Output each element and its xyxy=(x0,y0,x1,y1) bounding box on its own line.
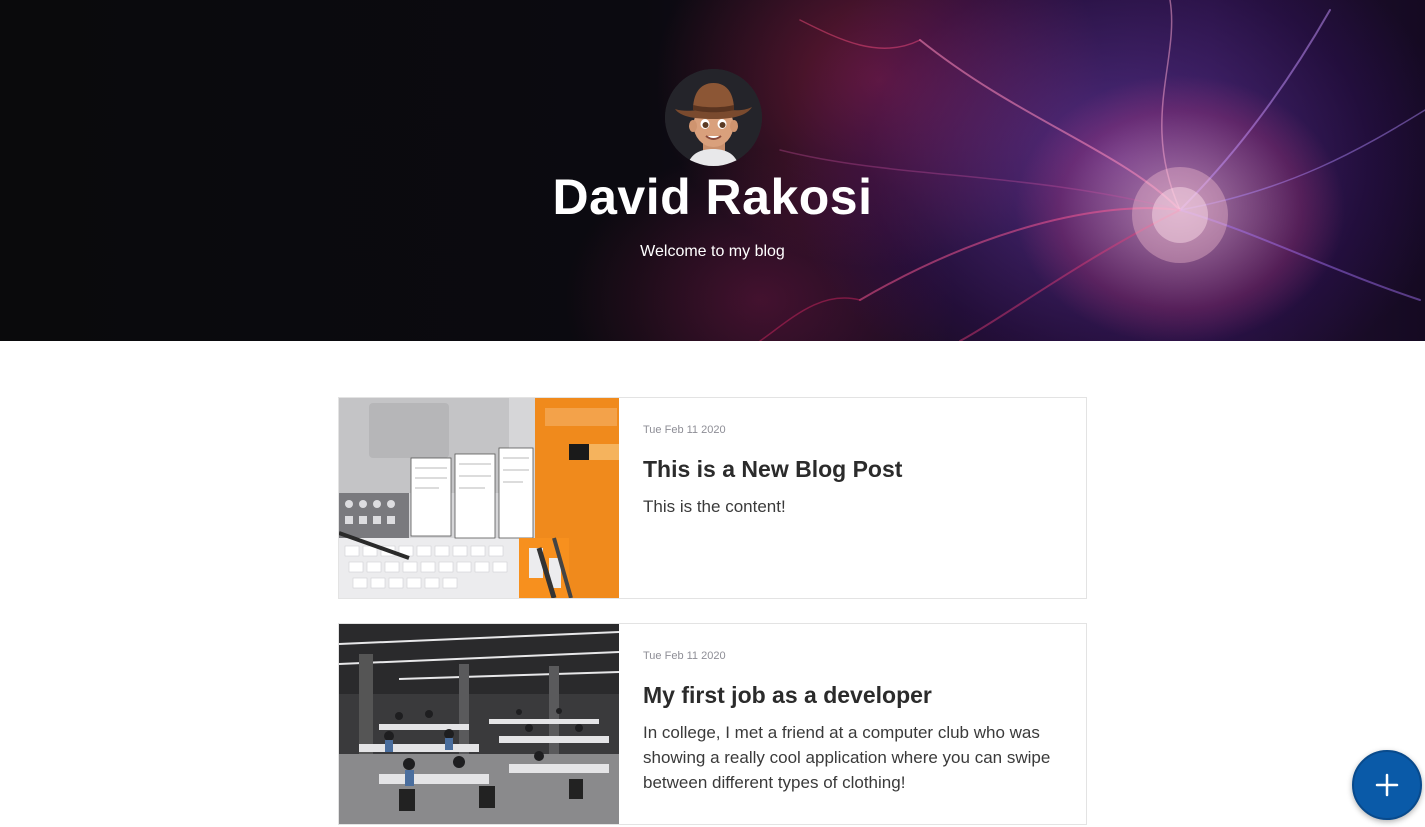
page-subtitle: Welcome to my blog xyxy=(640,243,785,260)
post-card[interactable]: Tue Feb 11 2020 This is a New Blog Post … xyxy=(338,397,1087,599)
post-title[interactable]: This is a New Blog Post xyxy=(643,456,902,483)
post-excerpt: This is the content! xyxy=(643,497,786,516)
page-title: David Rakosi xyxy=(552,169,873,225)
post-excerpt: In college, I met a friend at a computer… xyxy=(643,723,1051,792)
post-title[interactable]: My first job as a developer xyxy=(643,682,932,709)
post-thumbnail[interactable] xyxy=(339,398,619,598)
post-date: Tue Feb 11 2020 xyxy=(643,424,726,436)
plus-icon xyxy=(1375,773,1399,797)
post-date: Tue Feb 11 2020 xyxy=(643,650,726,662)
ux-sketchbook-image xyxy=(339,398,619,598)
hero-banner: David Rakosi Welcome to my blog xyxy=(0,0,1425,341)
post-thumbnail[interactable] xyxy=(339,624,619,824)
office-workspace-image xyxy=(339,624,619,824)
add-post-button[interactable] xyxy=(1352,750,1422,820)
avatar xyxy=(665,69,762,166)
post-card[interactable]: Tue Feb 11 2020 My first job as a develo… xyxy=(338,623,1087,825)
cowboy-memoji-icon xyxy=(665,69,762,166)
